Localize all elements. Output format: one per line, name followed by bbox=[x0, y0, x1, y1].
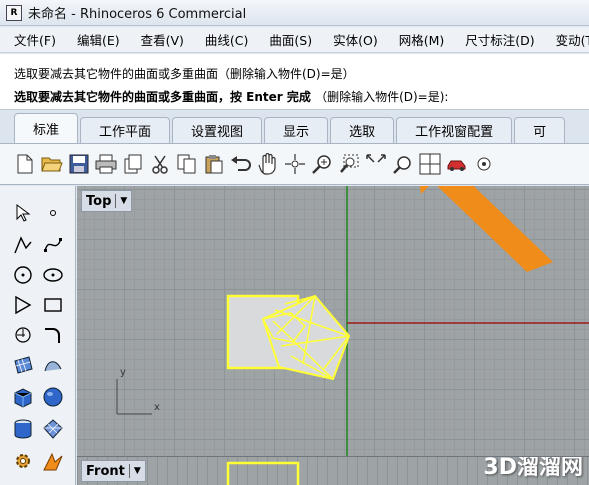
title-bar: R 未命名 - Rhinoceros 6 Commercial bbox=[0, 0, 589, 26]
viewport-title-top[interactable]: Top ▼ bbox=[81, 190, 133, 212]
tab-display[interactable]: 显示 bbox=[264, 117, 329, 143]
rotate-view-icon[interactable] bbox=[284, 153, 306, 175]
new-file-icon[interactable] bbox=[14, 153, 36, 175]
command-history-line: 选取要减去其它物件的曲面或多重曲面（删除输入物件(D)=是） bbox=[14, 67, 355, 81]
mesh-icon[interactable] bbox=[42, 418, 64, 440]
orange-pointer-arrow bbox=[419, 186, 553, 272]
menu-transform[interactable]: 变动(T) bbox=[542, 30, 589, 49]
undo-icon[interactable] bbox=[230, 153, 252, 175]
command-area[interactable]: 选取要减去其它物件的曲面或多重曲面（删除输入物件(D)=是） 选取要减去其它物件… bbox=[0, 54, 589, 110]
axis-label-x: x bbox=[154, 402, 160, 413]
tab-cplanes[interactable]: 工作平面 bbox=[80, 117, 171, 143]
rhino-logo-icon: R bbox=[6, 4, 22, 21]
tab-more[interactable]: 可 bbox=[514, 117, 566, 143]
copy-icon[interactable] bbox=[176, 153, 198, 175]
import-icon[interactable] bbox=[122, 153, 144, 175]
front-viewport[interactable]: Front ▼ 3D溜溜网 bbox=[77, 456, 589, 485]
rectangle-icon[interactable] bbox=[42, 294, 64, 316]
more-icon[interactable] bbox=[473, 153, 495, 175]
menu-mesh[interactable]: 网格(M) bbox=[385, 30, 452, 49]
toolbar-tabs: 标准 工作平面 设置视图 显示 选取 工作视窗配置 可 bbox=[0, 111, 589, 143]
render-car-icon[interactable] bbox=[446, 153, 468, 175]
point-icon[interactable] bbox=[42, 202, 64, 224]
zoom-selected-icon[interactable] bbox=[392, 153, 414, 175]
menu-bar: 文件(F) 编辑(E) 查看(V) 曲线(C) 曲面(S) 实体(O) 网格(M… bbox=[0, 27, 589, 53]
offset-curve-icon[interactable] bbox=[42, 324, 64, 346]
delete-input-option[interactable]: （删除输入物件(D)=是): bbox=[315, 90, 448, 104]
window-title: 未命名 - Rhinoceros 6 Commercial bbox=[28, 7, 247, 22]
menu-edit[interactable]: 编辑(E) bbox=[63, 30, 127, 49]
main-left-toolbar bbox=[0, 186, 76, 485]
save-icon[interactable] bbox=[68, 153, 90, 175]
gear-icon[interactable] bbox=[12, 450, 34, 472]
standard-toolbar bbox=[0, 143, 589, 185]
menu-file[interactable]: 文件(F) bbox=[0, 30, 63, 49]
four-viewports-icon[interactable] bbox=[419, 153, 441, 175]
cylinder-icon[interactable] bbox=[12, 418, 34, 440]
menu-dimension[interactable]: 尺寸标注(D) bbox=[451, 30, 541, 49]
menu-view[interactable]: 查看(V) bbox=[127, 30, 191, 49]
selected-box-front bbox=[226, 461, 300, 485]
viewport-name: Top bbox=[86, 193, 112, 209]
command-prompt[interactable]: 选取要减去其它物件的曲面或多重曲面，按 Enter 完成 （删除输入物件(D)=… bbox=[14, 88, 448, 105]
cut-icon[interactable] bbox=[149, 153, 171, 175]
viewport-label-divider bbox=[115, 194, 117, 208]
tab-standard[interactable]: 标准 bbox=[14, 113, 79, 143]
zoom-window-icon[interactable] bbox=[338, 153, 360, 175]
boolean-icon[interactable] bbox=[42, 450, 64, 472]
select-arrow-icon[interactable] bbox=[12, 202, 34, 224]
menu-solid[interactable]: 实体(O) bbox=[319, 30, 385, 49]
chevron-down-icon[interactable]: ▼ bbox=[120, 196, 127, 206]
top-viewport[interactable]: y x Top ▼ bbox=[77, 186, 589, 456]
loft-icon[interactable] bbox=[42, 354, 64, 376]
menu-curve[interactable]: 曲线(C) bbox=[191, 30, 255, 49]
command-prompt-text: 选取要减去其它物件的曲面或多重曲面，按 Enter 完成 bbox=[14, 90, 311, 104]
viewport-title-front[interactable]: Front ▼ bbox=[81, 460, 146, 482]
watermark-logo: 3D溜溜网 bbox=[483, 456, 583, 480]
zoom-extents-icon[interactable] bbox=[365, 153, 387, 175]
axis-label-y: y bbox=[120, 367, 126, 378]
tab-select[interactable]: 选取 bbox=[330, 117, 395, 143]
surface-icon[interactable] bbox=[12, 354, 34, 376]
menu-surface[interactable]: 曲面(S) bbox=[255, 30, 319, 49]
ellipse-icon[interactable] bbox=[42, 264, 64, 286]
polyline-icon[interactable] bbox=[12, 234, 34, 256]
viewport-label-divider bbox=[128, 464, 130, 478]
paste-icon[interactable] bbox=[203, 153, 225, 175]
circle-icon[interactable] bbox=[12, 264, 34, 286]
rhino-window: R 未命名 - Rhinoceros 6 Commercial 文件(F) 编辑… bbox=[0, 0, 589, 485]
open-folder-icon[interactable] bbox=[41, 153, 63, 175]
fillet-icon[interactable] bbox=[12, 324, 34, 346]
zoom-icon[interactable] bbox=[311, 153, 333, 175]
box-icon[interactable] bbox=[12, 386, 34, 408]
polygon-icon[interactable] bbox=[12, 294, 34, 316]
tab-set-view[interactable]: 设置视图 bbox=[172, 117, 263, 143]
viewport-name: Front bbox=[86, 463, 125, 479]
print-icon[interactable] bbox=[95, 153, 117, 175]
world-axes-icon bbox=[116, 379, 152, 415]
tab-viewport-layout[interactable]: 工作视窗配置 bbox=[396, 117, 513, 143]
chevron-down-icon[interactable]: ▼ bbox=[134, 466, 141, 476]
curve-icon[interactable] bbox=[42, 234, 64, 256]
pan-hand-icon[interactable] bbox=[257, 153, 279, 175]
sphere-icon[interactable] bbox=[42, 386, 64, 408]
